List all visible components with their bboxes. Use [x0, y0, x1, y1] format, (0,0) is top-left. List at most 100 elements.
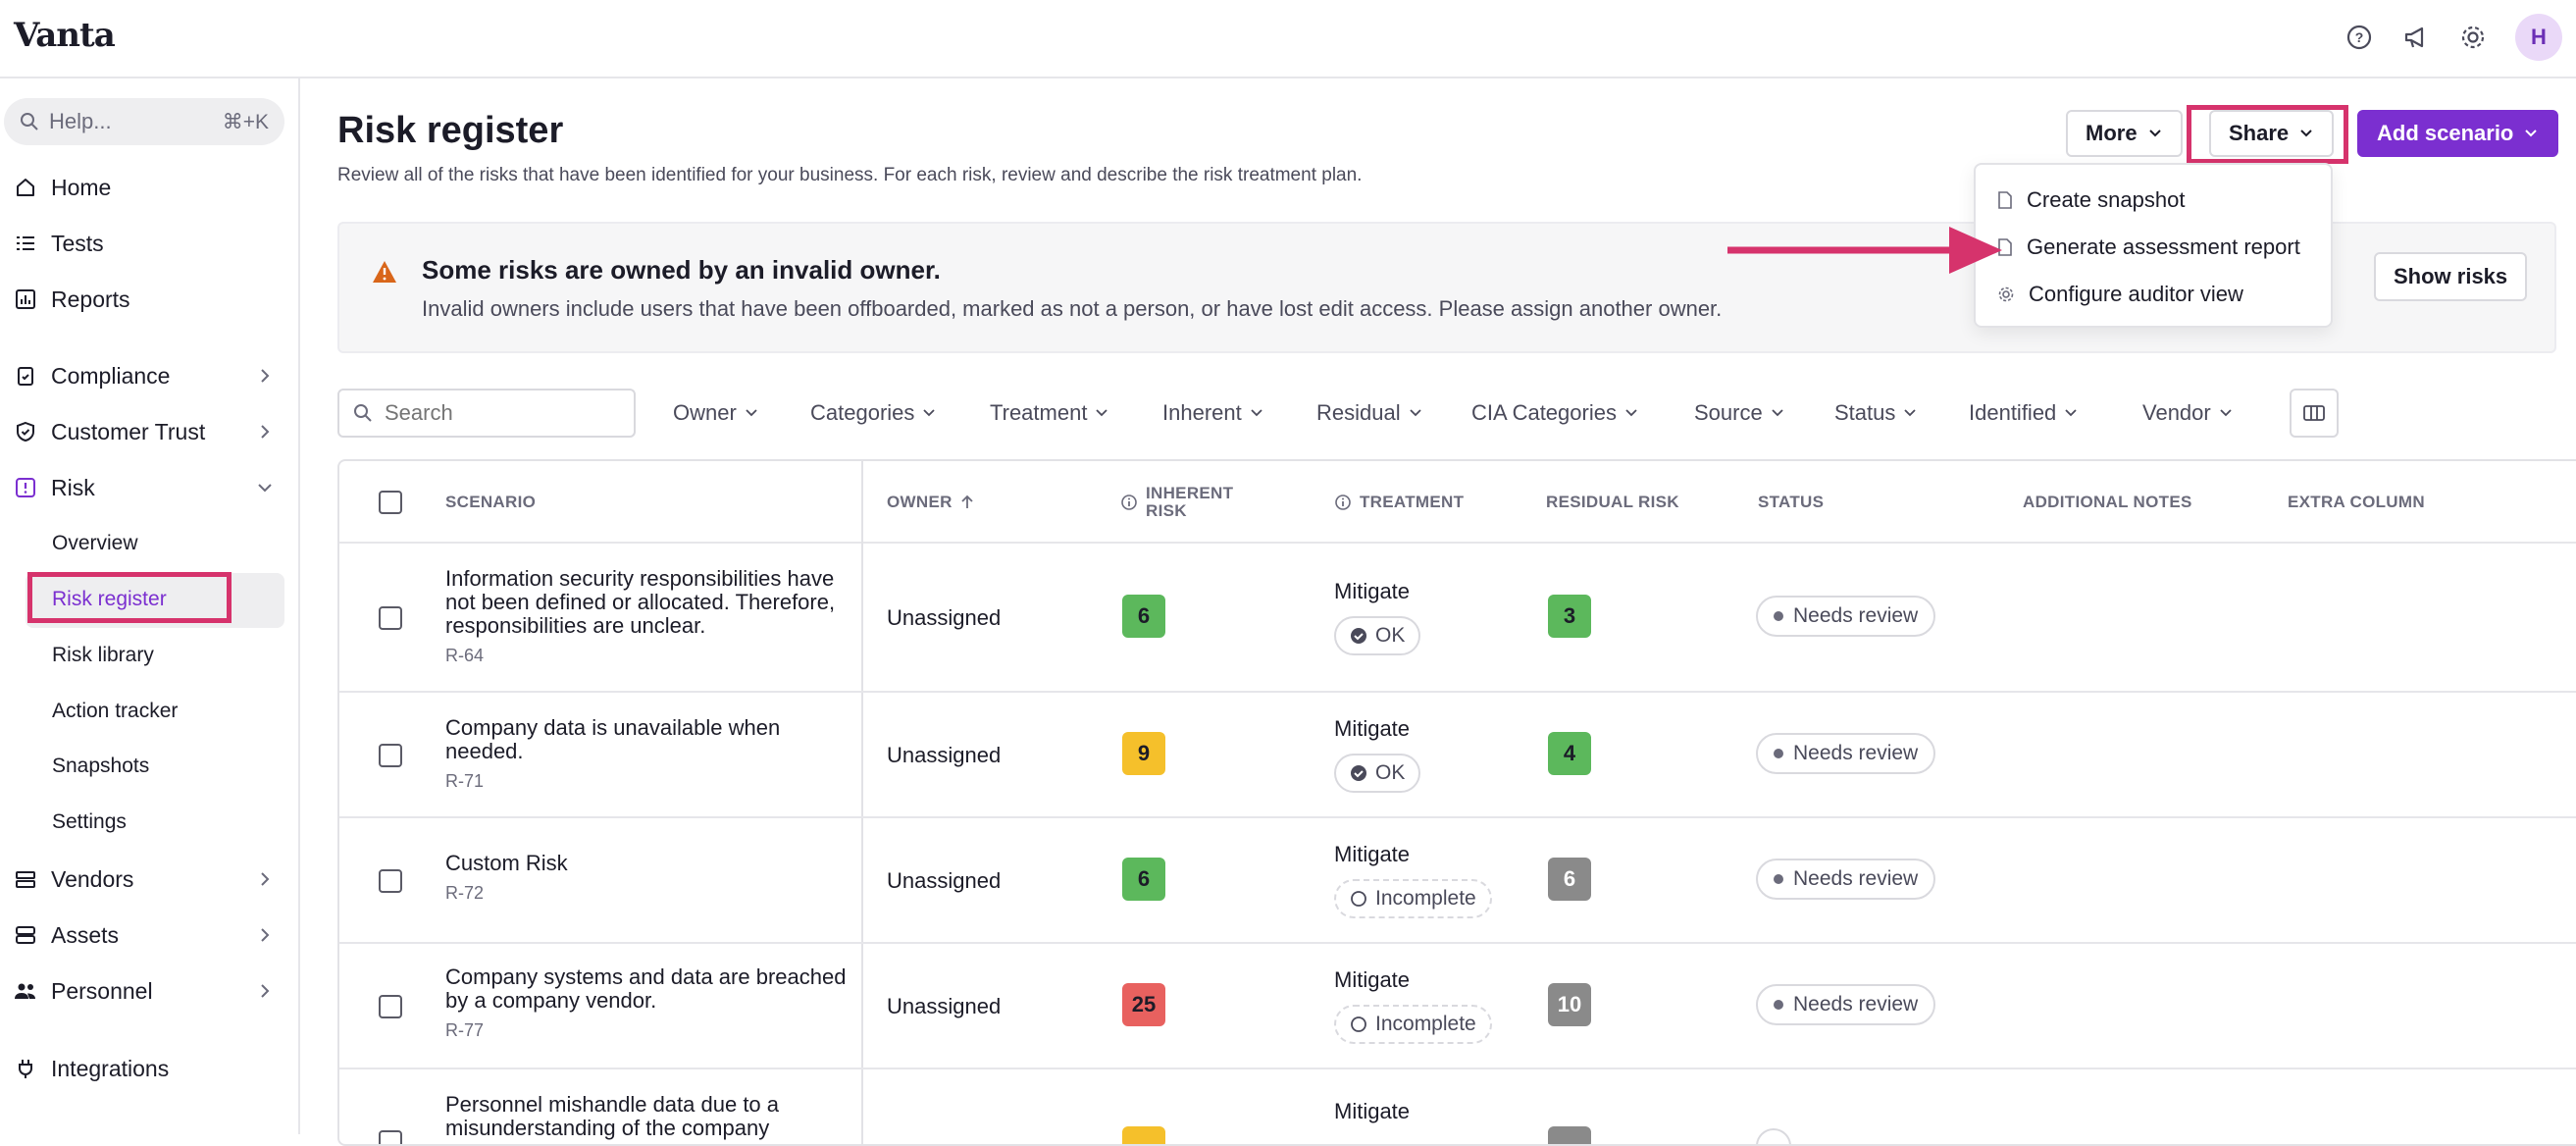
risk-id: R-64 [445, 646, 485, 665]
add-scenario-button[interactable]: Add scenario [2357, 110, 2559, 157]
plug-icon [14, 1057, 37, 1080]
menu-item-generate-assessment-report[interactable]: Generate assessment report [1997, 228, 2300, 267]
col-inherent-risk[interactable]: INHERENT RISK [1120, 461, 1233, 544]
status-badge[interactable]: Needs review [1756, 596, 1936, 637]
row-checkbox[interactable] [379, 869, 402, 893]
sidebar: Help... ⌘+K Home Tests Reports Complianc… [0, 78, 300, 1134]
treatment-cell[interactable]: Mitigate Incomplete [1334, 967, 1492, 1044]
col-additional-notes[interactable]: ADDITIONAL NOTES [2023, 461, 2192, 544]
sidebar-item-label: Assets [51, 921, 120, 948]
gear-icon[interactable] [2458, 23, 2488, 52]
filter-status[interactable]: Status [1834, 389, 1917, 438]
columns-button[interactable] [2290, 389, 2339, 438]
sidebar-item-compliance[interactable]: Compliance [0, 351, 300, 400]
sidebar-item-customer-trust[interactable]: Customer Trust [0, 407, 300, 456]
help-circle-icon[interactable]: ? [2344, 23, 2374, 52]
col-owner[interactable]: OWNER [887, 461, 974, 544]
avatar[interactable]: H [2515, 14, 2562, 61]
filter-vendor[interactable]: Vendor [2142, 389, 2233, 438]
chevron-down-icon [1772, 409, 1783, 417]
treatment-text: Mitigate [1334, 716, 1411, 741]
scenario-cell[interactable]: Company systems and data are breached by… [445, 965, 857, 1042]
scenario-cell[interactable]: Company data is unavailable when needed.… [445, 716, 857, 793]
owner-cell[interactable]: Unassigned [887, 868, 1001, 894]
scenario-cell[interactable]: Information security responsibilities ha… [445, 567, 857, 667]
col-extra-column[interactable]: EXTRA COLUMN [2288, 461, 2425, 544]
treatment-cell[interactable]: Mitigate [1334, 1099, 1410, 1124]
status-badge[interactable] [1756, 1128, 1791, 1144]
col-status[interactable]: STATUS [1758, 461, 1824, 544]
sidebar-sub-overview[interactable]: Overview [52, 522, 138, 565]
row-checkbox[interactable] [379, 1130, 402, 1144]
table-row[interactable]: Company data is unavailable when needed.… [339, 693, 2576, 818]
scenario-cell[interactable]: Personnel mishandle data due to a misund… [445, 1093, 857, 1140]
col-treatment[interactable]: TREATMENT [1334, 461, 1464, 544]
select-all-checkbox[interactable] [379, 491, 402, 514]
treatment-cell[interactable]: Mitigate OK [1334, 716, 1421, 793]
table-row[interactable]: Company systems and data are breached by… [339, 944, 2576, 1069]
sidebar-item-label: Integrations [51, 1055, 170, 1081]
sidebar-item-reports[interactable]: Reports [0, 275, 300, 324]
filter-categories[interactable]: Categories [810, 389, 936, 438]
sidebar-sub-settings[interactable]: Settings [52, 801, 127, 844]
sidebar-item-label: Vendors [51, 865, 134, 892]
show-risks-button[interactable]: Show risks [2374, 252, 2528, 301]
owner-cell[interactable]: Unassigned [887, 994, 1001, 1019]
more-button[interactable]: More [2066, 110, 2183, 157]
row-checkbox[interactable] [379, 744, 402, 767]
sidebar-item-tests[interactable]: Tests [0, 219, 300, 268]
sidebar-item-label: Customer Trust [51, 418, 206, 444]
menu-item-create-snapshot[interactable]: Create snapshot [1997, 181, 2185, 220]
table-row[interactable]: Custom Risk R-72 Unassigned 6 Mitigate I… [339, 818, 2576, 944]
status-badge[interactable]: Needs review [1756, 859, 1936, 900]
treatment-cell[interactable]: Mitigate OK [1334, 579, 1421, 655]
filter-inherent[interactable]: Inherent [1162, 389, 1263, 438]
sidebar-item-home[interactable]: Home [0, 163, 300, 212]
sidebar-item-integrations[interactable]: Integrations [0, 1044, 300, 1093]
help-search[interactable]: Help... ⌘+K [4, 98, 284, 145]
col-inherent-label-2: RISK [1146, 501, 1187, 520]
sidebar-sub-action-tracker[interactable]: Action tracker [52, 690, 178, 733]
status-label: Needs review [1793, 604, 1919, 627]
owner-cell[interactable]: Unassigned [887, 743, 1001, 768]
col-scenario[interactable]: SCENARIO [445, 461, 536, 544]
filter-treatment[interactable]: Treatment [990, 389, 1108, 438]
vanta-logo[interactable]: Vanta [14, 16, 116, 55]
sidebar-sub-snapshots[interactable]: Snapshots [52, 745, 149, 788]
filter-residual[interactable]: Residual [1316, 389, 1422, 438]
treatment-cell[interactable]: Mitigate Incomplete [1334, 842, 1492, 918]
sidebar-item-personnel[interactable]: Personnel [0, 966, 300, 1016]
treatment-status-pill: OK [1334, 616, 1421, 655]
filter-owner[interactable]: Owner [673, 389, 758, 438]
sidebar-item-vendors[interactable]: Vendors [0, 855, 300, 904]
status-dot [1774, 874, 1783, 884]
scenario-cell[interactable]: Custom Risk R-72 [445, 852, 857, 905]
col-residual-risk[interactable]: RESIDUAL RISK [1546, 461, 1679, 544]
more-label: More [2086, 121, 2138, 145]
inherent-score-badge: 6 [1122, 858, 1165, 901]
owner-cell[interactable]: Unassigned [887, 605, 1001, 631]
chevron-down-icon [1409, 409, 1421, 417]
main-content: Risk register Review all of the risks th… [302, 78, 2576, 1146]
sidebar-sub-risk-library[interactable]: Risk library [52, 634, 154, 677]
table-row[interactable]: Information security responsibilities ha… [339, 544, 2576, 693]
megaphone-icon[interactable] [2401, 23, 2431, 52]
filter-identified[interactable]: Identified [1969, 389, 2078, 438]
filter-label: Residual [1316, 400, 1401, 425]
filter-label: Vendor [2142, 400, 2211, 425]
status-badge[interactable]: Needs review [1756, 733, 1936, 774]
search-input[interactable] [385, 400, 600, 426]
status-badge[interactable]: Needs review [1756, 984, 1936, 1025]
treatment-status-pill: Incomplete [1334, 1005, 1492, 1044]
sidebar-item-assets[interactable]: Assets [0, 911, 300, 960]
row-checkbox[interactable] [379, 995, 402, 1018]
row-checkbox[interactable] [379, 606, 402, 630]
empty-circle-icon [1351, 1016, 1366, 1032]
search-field[interactable] [337, 389, 636, 438]
residual-score-badge [1548, 1126, 1591, 1144]
menu-item-configure-auditor-view[interactable]: Configure auditor view [1997, 275, 2243, 314]
table-row[interactable]: Personnel mishandle data due to a misund… [339, 1069, 2576, 1144]
sidebar-item-risk[interactable]: Risk [0, 463, 300, 512]
filter-source[interactable]: Source [1694, 389, 1784, 438]
filter-cia-categories[interactable]: CIA Categories [1471, 389, 1638, 438]
